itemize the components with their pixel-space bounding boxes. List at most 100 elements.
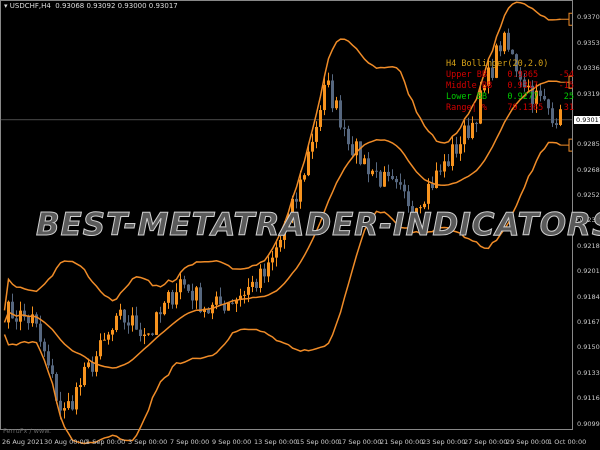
candle-body bbox=[35, 314, 38, 324]
candle-body bbox=[311, 141, 314, 152]
time-label: 26 Aug 2021 bbox=[2, 438, 44, 446]
candle-body bbox=[379, 171, 382, 187]
candle-body bbox=[179, 279, 182, 293]
price-label: 0.91840 bbox=[577, 292, 600, 301]
candle-body bbox=[427, 183, 430, 204]
upper-band bbox=[3, 1, 561, 311]
time-label: 1 Oct 00:00 bbox=[548, 438, 587, 446]
candle-body bbox=[267, 262, 270, 277]
candle-body bbox=[219, 296, 222, 305]
candle-body bbox=[335, 100, 338, 109]
candle-body bbox=[79, 385, 82, 388]
current-price-label: 0.93017 bbox=[574, 115, 600, 124]
chart-window: ▾ USDCHF,H4 0.93068 0.93092 0.93000 0.93… bbox=[0, 0, 600, 450]
candle-body bbox=[359, 141, 362, 165]
candle-body bbox=[315, 126, 318, 142]
price-label: 0.91505 bbox=[577, 343, 600, 352]
candle-body bbox=[431, 183, 434, 189]
lower-band bbox=[3, 141, 561, 445]
price-label: 0.91675 bbox=[577, 317, 600, 326]
candle-body bbox=[51, 365, 54, 375]
price-label: 0.93360 bbox=[577, 64, 600, 73]
candle-body bbox=[151, 333, 154, 335]
candle-body bbox=[507, 32, 510, 50]
price-label: 0.92520 bbox=[577, 190, 600, 199]
candle-body bbox=[135, 315, 138, 330]
candle-body bbox=[91, 362, 94, 372]
candle-body bbox=[27, 316, 30, 324]
candle-body bbox=[99, 340, 102, 357]
candle-body bbox=[175, 292, 178, 305]
candle-body bbox=[231, 302, 234, 304]
candle-body bbox=[243, 294, 246, 296]
time-label: 23 Sep 00:00 bbox=[422, 438, 466, 446]
candle-body bbox=[199, 287, 202, 313]
price-label: 0.93700 bbox=[577, 13, 600, 21]
candle-body bbox=[107, 334, 110, 340]
time-label: 7 Sep 00:00 bbox=[170, 438, 210, 446]
candle-body bbox=[319, 110, 322, 127]
candle-body bbox=[255, 281, 258, 288]
panel-row: Middle BB 0.9317 -15 bbox=[446, 81, 574, 91]
candle-body bbox=[251, 281, 254, 287]
candle-body bbox=[323, 84, 326, 111]
candle-body bbox=[15, 318, 18, 322]
candle-body bbox=[327, 80, 330, 85]
candle-body bbox=[499, 45, 502, 52]
candle-body bbox=[159, 312, 162, 315]
candle-body bbox=[11, 301, 14, 319]
candle-body bbox=[451, 144, 454, 166]
candle-body bbox=[403, 184, 406, 192]
candle-body bbox=[275, 247, 278, 258]
candle-body bbox=[439, 170, 442, 172]
panel-row: Range| % 79.1365 31 bbox=[446, 103, 574, 113]
candle-body bbox=[295, 198, 298, 202]
candle-body bbox=[367, 158, 370, 175]
candle-body bbox=[163, 302, 166, 315]
candle-body bbox=[407, 191, 410, 207]
time-label: 1 Sep 00:00 bbox=[86, 438, 126, 446]
candle-body bbox=[463, 125, 466, 145]
candle-body bbox=[471, 122, 474, 139]
candle-body bbox=[339, 100, 342, 128]
price-label: 0.91165 bbox=[577, 394, 600, 403]
panel-row: Upper BB 0.9365 -54 bbox=[446, 70, 574, 80]
time-label: 9 Sep 00:00 bbox=[212, 438, 252, 446]
candle-body bbox=[475, 122, 478, 124]
candle-body bbox=[399, 182, 402, 185]
candle-body bbox=[375, 170, 378, 172]
candle-body bbox=[71, 401, 74, 410]
candle-body bbox=[195, 287, 198, 301]
candle-body bbox=[187, 284, 190, 291]
candle-body bbox=[227, 302, 230, 311]
candle-body bbox=[167, 292, 170, 303]
candle-body bbox=[59, 400, 62, 411]
time-label: 17 Sep 00:00 bbox=[338, 438, 382, 446]
candle-body bbox=[75, 387, 78, 410]
time-label: 21 Sep 00:00 bbox=[380, 438, 424, 446]
candle-body bbox=[111, 330, 114, 335]
candle-body bbox=[443, 161, 446, 172]
candle-body bbox=[39, 323, 42, 342]
bollinger-panel: H4 Bollinger(20,2.0) Upper BB 0.9365 -54 M… bbox=[446, 59, 574, 114]
candle-body bbox=[555, 123, 558, 125]
candle-body bbox=[83, 366, 86, 386]
symbol: USDCHF,H4 bbox=[9, 2, 51, 10]
candle-body bbox=[351, 144, 354, 156]
candle-body bbox=[383, 171, 386, 187]
candle-body bbox=[391, 176, 394, 179]
time-label: 29 Sep 00:00 bbox=[506, 438, 550, 446]
price-label: 0.93530 bbox=[577, 38, 600, 47]
candle-body bbox=[307, 151, 310, 176]
candle-body bbox=[87, 362, 90, 367]
price-label: 0.92855 bbox=[577, 140, 600, 149]
price-label: 0.92010 bbox=[577, 267, 600, 276]
candle-body bbox=[247, 286, 250, 295]
candle-body bbox=[223, 304, 226, 311]
candle-body bbox=[343, 127, 346, 129]
candle-body bbox=[19, 310, 22, 322]
candle-body bbox=[299, 179, 302, 202]
time-label: 3 Sep 00:00 bbox=[128, 438, 168, 446]
candle-body bbox=[263, 268, 266, 277]
price-label: 0.93190 bbox=[577, 89, 600, 98]
